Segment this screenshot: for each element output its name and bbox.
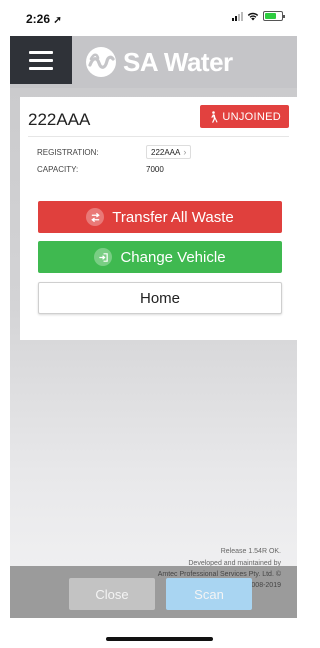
- battery-level: [265, 13, 276, 19]
- menu-button[interactable]: [10, 36, 72, 84]
- walking-person-icon: [211, 110, 218, 123]
- home-label: Home: [139, 289, 180, 307]
- sign-in-icon: [94, 248, 113, 266]
- sa-water-logo-icon: [86, 47, 116, 77]
- hamburger-icon-line: [29, 66, 53, 70]
- status-badge-label: UNJOINED: [222, 110, 281, 123]
- status-bar: 2:26 ➚: [0, 0, 297, 36]
- unjoined-status-button[interactable]: UNJOINED: [200, 105, 289, 128]
- transfer-all-waste-button[interactable]: Transfer All Waste: [38, 201, 282, 233]
- capacity-label: CAPACITY:: [37, 165, 79, 174]
- company-text: Amtec Professional Services Pty. Ltd. ©: [157, 571, 281, 578]
- capacity-value: 7000: [146, 165, 164, 174]
- change-vehicle-label: Change Vehicle: [120, 248, 226, 266]
- clock: 2:26: [26, 12, 51, 26]
- transfer-all-waste-label: Transfer All Waste: [112, 208, 234, 226]
- vehicle-registration-title: 222AAA: [28, 110, 91, 129]
- status-time: 2:26 ➚: [26, 12, 62, 26]
- card-divider: [28, 136, 289, 137]
- transfer-arrows-icon: [86, 208, 105, 226]
- hamburger-icon-line: [29, 50, 53, 54]
- location-arrow-icon: ➚: [53, 15, 62, 26]
- vehicle-card: 222AAA UNJOINED REGISTRATION: 222AAA › C…: [20, 97, 297, 340]
- brand-name: SA Water: [123, 46, 233, 77]
- change-vehicle-button[interactable]: Change Vehicle: [38, 241, 282, 273]
- chevron-right-icon: ›: [183, 147, 187, 157]
- home-indicator[interactable]: [106, 637, 213, 641]
- wifi-icon: [247, 12, 259, 21]
- home-button[interactable]: Home: [38, 282, 282, 314]
- signal-icon: [232, 11, 243, 21]
- registration-label: REGISTRATION:: [37, 148, 99, 157]
- status-indicators: [232, 11, 285, 21]
- copyright-years: 2008-2019: [247, 582, 281, 589]
- registration-value: 222AAA: [151, 147, 181, 157]
- scan-button[interactable]: Scan: [166, 578, 252, 610]
- registration-value-link[interactable]: 222AAA ›: [146, 145, 192, 159]
- hamburger-icon-line: [29, 58, 53, 62]
- close-button[interactable]: Close: [69, 578, 155, 610]
- app-header: SA Water: [10, 36, 297, 88]
- brand-logo: SA Water: [85, 46, 233, 78]
- battery-icon: [263, 11, 285, 21]
- release-text: Release 1.54R OK.: [220, 548, 281, 555]
